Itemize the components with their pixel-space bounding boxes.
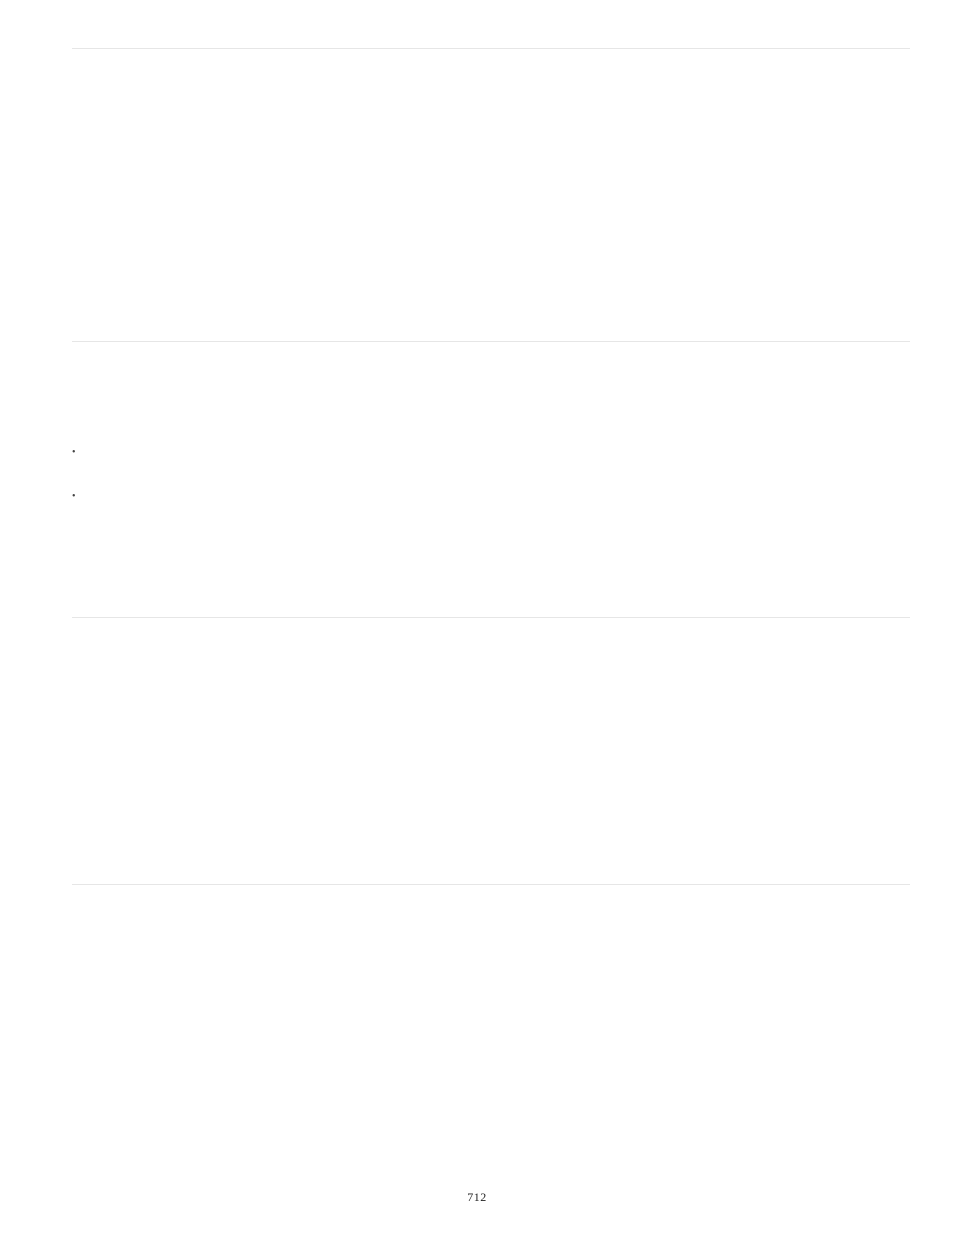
- horizontal-rule: [72, 617, 910, 618]
- horizontal-rule: [72, 341, 910, 342]
- bullet-marker: •: [72, 492, 76, 502]
- bullet-marker: •: [72, 448, 76, 458]
- horizontal-rule: [72, 884, 910, 885]
- horizontal-rule: [72, 48, 910, 49]
- document-page: • • 712: [0, 0, 954, 1235]
- page-number: 712: [0, 1190, 954, 1205]
- bullet-list: • •: [72, 448, 76, 536]
